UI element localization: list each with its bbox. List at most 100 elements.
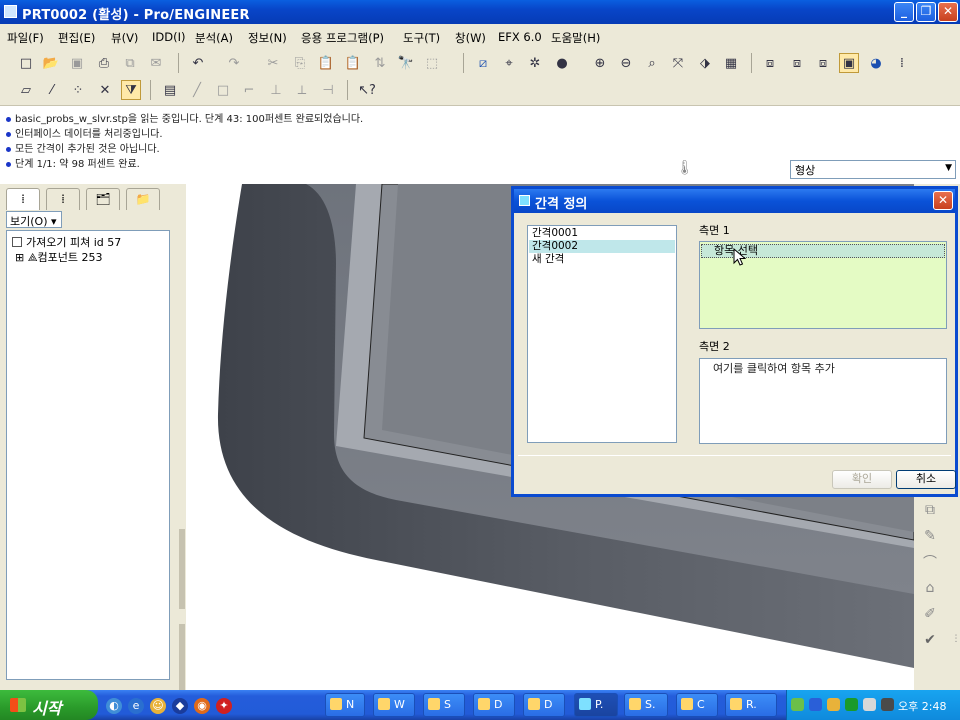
model-tree-icon[interactable]: ⁞ (892, 53, 912, 73)
dialog-close-button[interactable]: ✕ (933, 191, 953, 210)
curve-tool-icon[interactable]: ⌒ (918, 552, 942, 574)
view-dropdown[interactable]: 보기(O) ▾ (6, 211, 62, 228)
task-button[interactable]: R. (725, 693, 777, 717)
filter-select[interactable]: 형상 ▼ (790, 160, 956, 179)
task-button[interactable]: S (423, 693, 465, 717)
regenerate-icon[interactable]: ⇅ (370, 53, 390, 73)
zoom-in-icon[interactable]: ⊕ (590, 53, 610, 73)
sketch-icon[interactable]: ▤ (160, 80, 180, 100)
refit-icon[interactable]: ⌕ (642, 53, 662, 73)
mirror-icon[interactable]: ⟂ (292, 80, 312, 100)
tree-node-import-feature[interactable]: 가져오기 피쳐 id 57 (12, 234, 121, 250)
rect-icon[interactable]: □ (213, 80, 233, 100)
tab-favorites[interactable]: 📁 (126, 188, 160, 210)
clearance-item-0002[interactable]: 간격0002 (529, 240, 675, 253)
datum-icon[interactable]: ⌖ (499, 53, 519, 73)
menu-applications[interactable]: 응용 프로그램(P) (301, 30, 384, 46)
select-box-icon[interactable]: ⬚ (422, 53, 442, 73)
paste-icon[interactable]: 📋 (316, 53, 336, 73)
tray-volume-icon[interactable] (881, 698, 894, 711)
tray-network-icon[interactable] (791, 698, 804, 711)
paste-special-icon[interactable]: 📋 (343, 53, 363, 73)
find-icon[interactable]: 🔭 (396, 53, 416, 73)
menu-idd[interactable]: IDD(I) (152, 30, 185, 44)
tray-settings-icon[interactable] (863, 698, 876, 711)
redo-icon[interactable]: ↷ (224, 53, 244, 73)
ok-button[interactable]: 확인 (832, 470, 892, 489)
tray-messenger-icon[interactable] (827, 698, 840, 711)
more-icon[interactable]: ⋮ (944, 634, 960, 656)
hidden-line-icon[interactable]: ⧈ (787, 53, 807, 73)
clearance-item-0001[interactable]: 간격0001 (529, 227, 675, 240)
filter-icon[interactable]: ⧩ (121, 80, 141, 100)
repaint-icon[interactable]: ▦ (721, 53, 741, 73)
line-icon[interactable]: ╱ (187, 80, 207, 100)
expand-icon[interactable]: ⊞ (15, 251, 24, 264)
tree-node-component[interactable]: ⊞ ⟁컴포넌트 253 (15, 249, 103, 265)
axis-icon[interactable]: ⁄ (42, 80, 62, 100)
menu-analysis[interactable]: 분석(A) (195, 30, 233, 46)
quicklaunch-acrobat-icon[interactable]: ✦ (216, 698, 232, 714)
constraint-icon[interactable]: ⊥ (266, 80, 286, 100)
plane-icon[interactable]: ▱ (16, 80, 36, 100)
wireframe-icon[interactable]: ⧈ (760, 53, 780, 73)
copy-doc-icon[interactable]: ⧉ (120, 53, 140, 73)
reorient-icon[interactable]: ⤧ (668, 53, 688, 73)
task-button[interactable]: S. (624, 693, 668, 717)
quicklaunch-firefox-icon[interactable]: ◉ (194, 698, 210, 714)
menu-file[interactable]: 파일(F) (7, 30, 44, 46)
print-icon[interactable]: ⎙ (94, 53, 114, 73)
cancel-button[interactable]: 취소 (896, 470, 956, 489)
tray-app-icon[interactable] (845, 698, 858, 711)
task-button[interactable]: C (676, 693, 718, 717)
close-button[interactable]: ✕ (938, 2, 958, 22)
minimize-button[interactable]: _ (894, 2, 914, 22)
shading-icon[interactable]: ● (552, 53, 572, 73)
new-icon[interactable]: □ (16, 53, 36, 73)
quicklaunch-ie-icon[interactable]: e (128, 698, 144, 714)
task-button[interactable]: W (373, 693, 415, 717)
maximize-button[interactable]: ❐ (916, 2, 936, 22)
orient-icon[interactable]: ⧄ (473, 53, 493, 73)
quicklaunch-messenger-icon[interactable]: ☺ (150, 698, 166, 714)
layer-icon[interactable]: ◕ (866, 53, 886, 73)
task-button[interactable]: D (473, 693, 515, 717)
copy-icon[interactable]: ⎘ (290, 53, 310, 73)
whats-this-icon[interactable]: ↖? (357, 80, 377, 100)
dim-icon[interactable]: ⌐ (239, 80, 259, 100)
clearance-item-new[interactable]: 새 간격 (529, 253, 675, 266)
save-icon[interactable]: ▣ (67, 53, 87, 73)
csys-icon[interactable]: ✕ (95, 80, 115, 100)
tab-layers[interactable]: ⁞ (46, 188, 80, 210)
no-hidden-icon[interactable]: ⧈ (813, 53, 833, 73)
menu-window[interactable]: 창(W) (455, 30, 486, 46)
trim-icon[interactable]: ⊣ (318, 80, 338, 100)
quicklaunch-desktop-icon[interactable]: ◐ (106, 698, 122, 714)
task-button[interactable]: N (325, 693, 365, 717)
point-icon[interactable]: ⁘ (68, 80, 88, 100)
surface-tool-icon[interactable]: ⌂ (918, 580, 942, 602)
panel-sash[interactable] (179, 529, 185, 609)
edit-tool-icon[interactable]: ✎ (918, 528, 942, 550)
task-button[interactable]: D (523, 693, 565, 717)
menu-efx[interactable]: EFX 6.0 (498, 30, 542, 44)
menu-help[interactable]: 도움말(H) (551, 30, 600, 46)
start-button[interactable]: 시작 (0, 690, 98, 720)
tab-folders[interactable]: 🗂 (86, 188, 120, 210)
undo-icon[interactable]: ↶ (188, 53, 208, 73)
tray-ie-icon[interactable] (809, 698, 822, 711)
menu-info[interactable]: 정보(N) (248, 30, 287, 46)
spin-center-icon[interactable]: ✲ (525, 53, 545, 73)
menu-view[interactable]: 뷰(V) (111, 30, 138, 46)
open-icon[interactable]: 📂 (41, 53, 61, 73)
side2-hint[interactable]: 여기를 클릭하여 항목 추가 (713, 360, 835, 376)
paste-tool-icon[interactable]: ⧉ (918, 502, 942, 524)
sketch-tool-icon[interactable]: ✐ (918, 606, 942, 628)
menu-edit[interactable]: 편집(E) (58, 30, 95, 46)
email-icon[interactable]: ✉ (146, 53, 166, 73)
menu-tools[interactable]: 도구(T) (403, 30, 440, 46)
side2-collector[interactable]: 여기를 클릭하여 항목 추가 (699, 358, 947, 444)
tab-model-tree[interactable]: ⁞ (6, 188, 40, 210)
shaded-icon[interactable]: ▣ (839, 53, 859, 73)
task-button-active[interactable]: P. (574, 693, 618, 717)
